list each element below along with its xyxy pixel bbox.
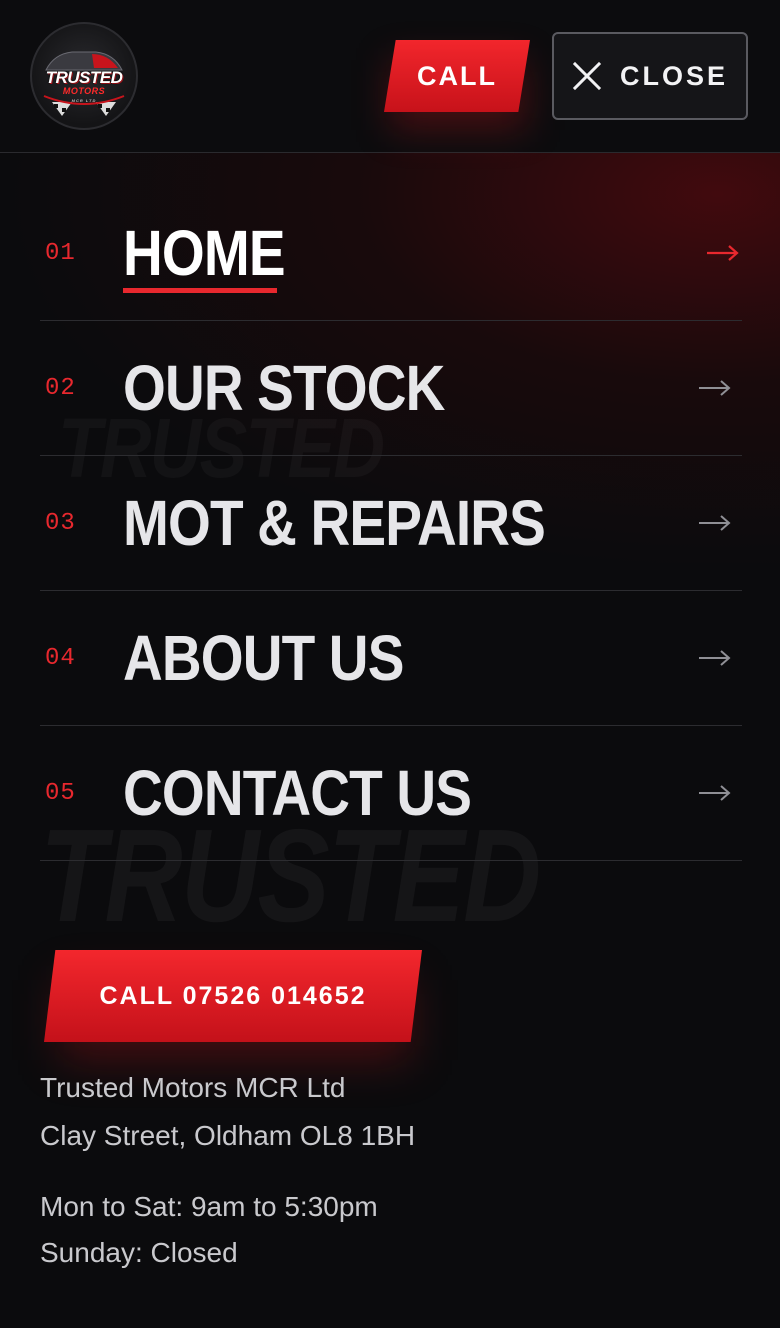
menu-item-label: HOME (123, 217, 286, 289)
menu-item-number: 02 (45, 374, 76, 402)
arrow-right-icon (699, 785, 731, 801)
menu-item-about-us[interactable]: 04 ABOUT US (40, 591, 742, 726)
call-button-label: CALL (417, 60, 497, 91)
hours-weekday: Mon to Sat: 9am to 5:30pm (40, 1191, 378, 1222)
menu-item-number: 03 (45, 509, 76, 537)
close-icon (572, 61, 602, 91)
arrow-right-icon (699, 515, 731, 531)
logo-text-trusted: TRUSTED (45, 68, 123, 87)
logo[interactable]: TRUSTED MOTORS MCR LTD (30, 22, 138, 130)
menu-item-our-stock[interactable]: 02 OUR STOCK (40, 321, 742, 456)
call-button[interactable]: CALL (384, 40, 530, 112)
menu-item-number: 04 (45, 644, 76, 672)
main-menu: 01 HOME 02 OUR STOCK 03 MOT & REPAIRS 04… (40, 186, 742, 861)
hours-sunday: Sunday: Closed (40, 1237, 238, 1268)
menu-item-mot-repairs[interactable]: 03 MOT & REPAIRS (40, 456, 742, 591)
logo-text-motors: MOTORS (62, 86, 106, 96)
logo-text-mcr: MCR LTD (71, 98, 97, 103)
menu-item-label: CONTACT US (123, 757, 472, 829)
arrow-right-icon (699, 650, 731, 666)
call-phone-button[interactable]: CALL 07526 014652 (44, 950, 422, 1042)
arrow-right-icon (707, 245, 739, 261)
company-name: Trusted Motors MCR Ltd (40, 1072, 346, 1103)
address-block: Trusted Motors MCR Ltd Clay Street, Oldh… (40, 1064, 415, 1160)
menu-item-home[interactable]: 01 HOME (40, 186, 742, 321)
opening-hours: Mon to Sat: 9am to 5:30pm Sunday: Closed (40, 1184, 378, 1276)
menu-item-number: 05 (45, 779, 76, 807)
close-menu-button[interactable]: CLOSE (552, 32, 748, 120)
menu-item-number: 01 (45, 239, 76, 267)
menu-item-contact-us[interactable]: 05 CONTACT US (40, 726, 742, 861)
call-phone-label: CALL 07526 014652 (99, 981, 367, 1010)
street-address: Clay Street, Oldham OL8 1BH (40, 1120, 416, 1151)
menu-header: TRUSTED MOTORS MCR LTD CALL CLOSE (0, 0, 780, 153)
menu-item-label: OUR STOCK (123, 352, 445, 424)
active-underline (123, 288, 277, 293)
close-button-label: CLOSE (619, 60, 728, 91)
menu-item-label: ABOUT US (123, 622, 404, 694)
menu-item-label: MOT & REPAIRS (123, 487, 546, 559)
arrow-right-icon (699, 380, 731, 396)
